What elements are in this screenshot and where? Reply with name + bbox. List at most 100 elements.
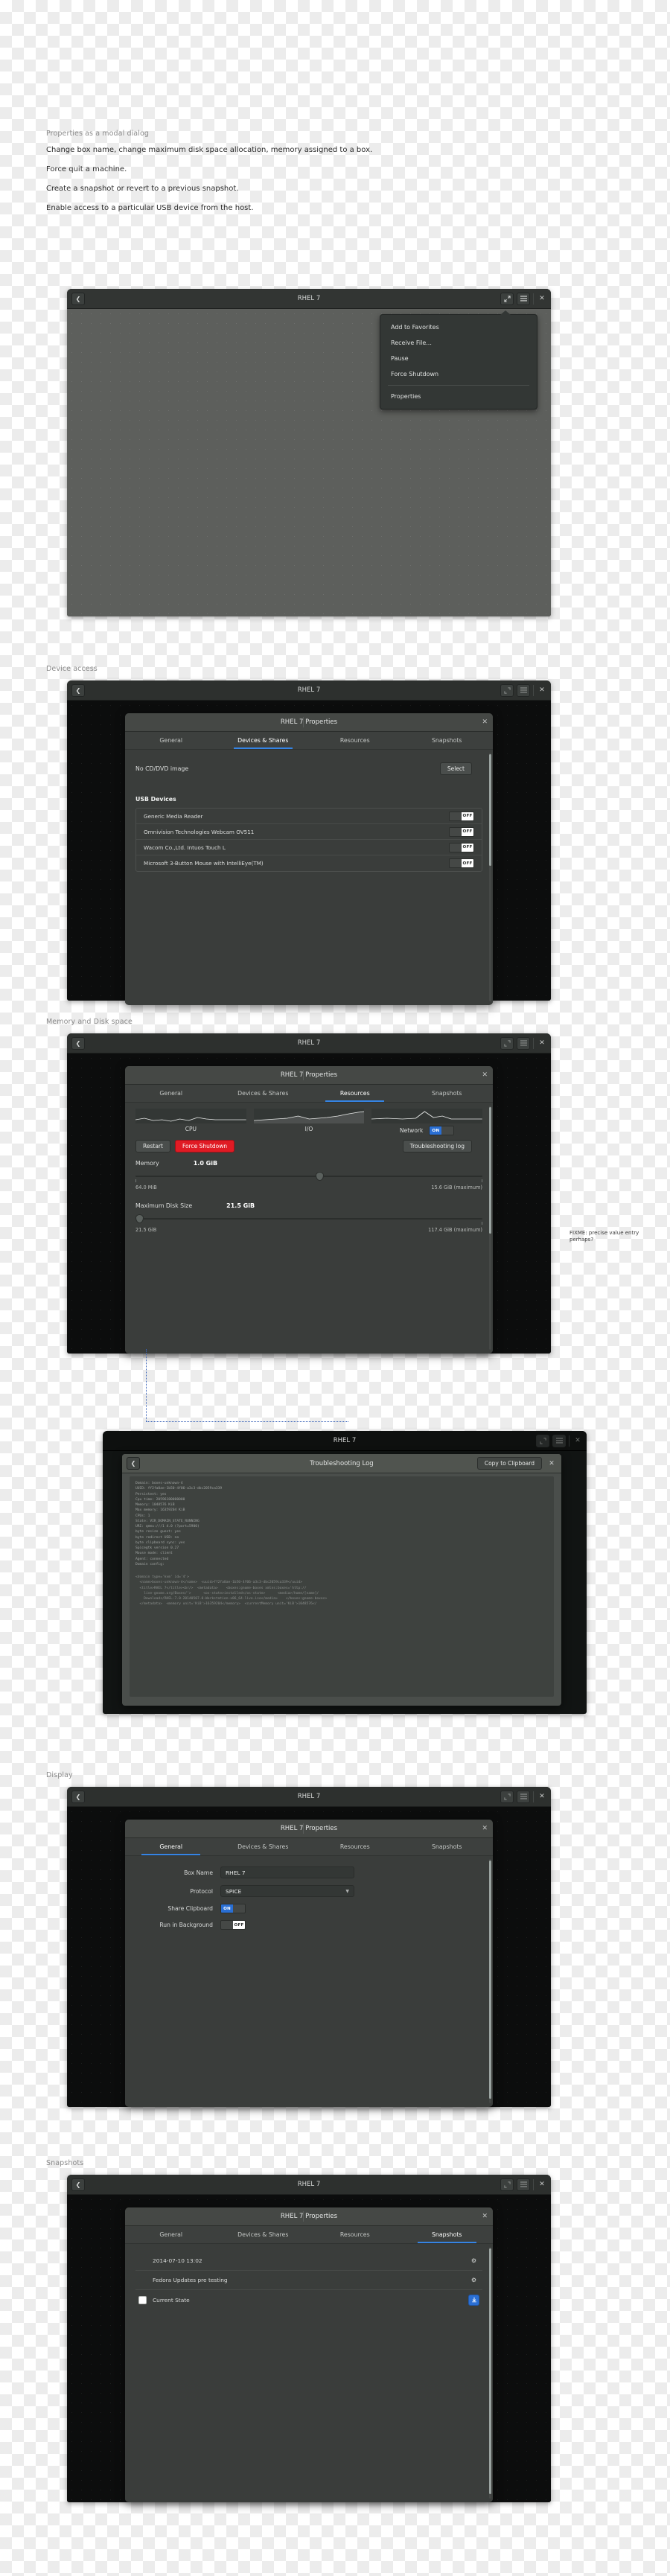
hamburger-menu-icon[interactable] xyxy=(517,1790,530,1803)
snapshot-name: Fedora Updates pre testing xyxy=(153,2277,228,2283)
close-icon[interactable]: ✕ xyxy=(482,2213,488,2220)
tab-devices-and-shares[interactable]: Devices & Shares xyxy=(217,1838,310,1855)
dialog-tabs: General Devices & Shares Resources Snaps… xyxy=(125,2226,493,2244)
back-icon[interactable]: ❮ xyxy=(127,1457,140,1470)
hamburger-menu-icon[interactable] xyxy=(517,1036,530,1050)
usb-device-toggle[interactable]: OFF xyxy=(449,842,474,852)
tab-general[interactable]: General xyxy=(125,1838,217,1855)
scrollbar-thumb[interactable] xyxy=(489,1107,491,1234)
gear-icon[interactable]: ⚙ xyxy=(468,2274,479,2286)
snapshot-checkbox[interactable] xyxy=(138,2295,147,2304)
snapshot-row[interactable]: Current State xyxy=(135,2290,482,2309)
menu-item-force-shutdown[interactable]: Force Shutdown xyxy=(380,366,537,382)
tab-resources[interactable]: Resources xyxy=(309,1838,401,1855)
tab-resources[interactable]: Resources xyxy=(309,2226,401,2243)
fullscreen-icon[interactable] xyxy=(500,683,514,697)
back-icon[interactable]: ❮ xyxy=(71,683,85,697)
usb-device-row[interactable]: Generic Media Reader OFF xyxy=(136,809,482,824)
dialog-tabs: General Devices & Shares Resources Snaps… xyxy=(125,732,493,750)
window-title: RHEL 7 xyxy=(297,2181,321,2188)
doc-bullet-3: Enable access to a particular USB device… xyxy=(46,204,254,212)
force-shutdown-button[interactable]: Force Shutdown xyxy=(174,1140,235,1152)
menu-item-pause[interactable]: Pause xyxy=(380,351,537,366)
tab-devices-and-shares[interactable]: Devices & Shares xyxy=(217,732,310,749)
back-icon[interactable]: ❮ xyxy=(71,1036,85,1050)
menu-item-properties[interactable]: Properties xyxy=(380,389,537,404)
protocol-select[interactable]: SPICE ▼ xyxy=(220,1885,354,1897)
log-line: live-gnome.org/Boxes/'> <os-state>instal… xyxy=(135,1591,319,1595)
log-line: Max memory: 16359204 KiB xyxy=(135,1508,185,1513)
tab-general[interactable]: General xyxy=(125,1085,217,1102)
menu-item-receive-file[interactable]: Receive File... xyxy=(380,335,537,351)
close-icon[interactable]: ✕ xyxy=(537,686,547,694)
usb-device-toggle[interactable]: OFF xyxy=(449,858,474,868)
share-clipboard-toggle[interactable]: ON xyxy=(220,1904,246,1913)
copy-to-clipboard-button[interactable]: Copy to Clipboard xyxy=(476,1457,542,1470)
close-icon[interactable]: ✕ xyxy=(537,1793,547,1800)
save-icon[interactable] xyxy=(468,2294,479,2306)
fullscreen-icon[interactable] xyxy=(500,2178,514,2191)
usb-device-row[interactable]: Microsoft 3-Button Mouse with IntelliEye… xyxy=(136,855,482,871)
memory-slider[interactable] xyxy=(135,1171,482,1182)
memory-slider-knob[interactable] xyxy=(316,1172,325,1181)
run-in-background-toggle[interactable]: OFF xyxy=(220,1920,246,1930)
disk-slider[interactable] xyxy=(135,1214,482,1225)
close-icon[interactable]: ✕ xyxy=(482,1825,488,1832)
hamburger-menu-icon[interactable] xyxy=(552,1434,566,1447)
hamburger-menu-icon[interactable] xyxy=(517,683,530,697)
tab-snapshots[interactable]: Snapshots xyxy=(401,1838,494,1855)
close-icon[interactable]: ✕ xyxy=(546,1460,557,1467)
log-text-area[interactable]: Domain: boxes-unknown-4 UUID: ff2fa0ae-1… xyxy=(130,1476,554,1697)
snapshot-row[interactable]: 2014-07-10 13:02 ⚙ xyxy=(135,2251,482,2271)
log-line: UUID: ff2fa0ae-1b50-4f06-a3c3-dbc2059ca3… xyxy=(135,1487,223,1491)
usb-device-row[interactable]: Wacom Co.,Ltd. Intuos Touch L OFF xyxy=(136,840,482,855)
close-icon[interactable]: ✕ xyxy=(537,295,547,302)
tab-resources[interactable]: Resources xyxy=(309,1085,401,1102)
scrollbar-thumb[interactable] xyxy=(489,2248,491,2494)
fullscreen-icon[interactable] xyxy=(500,292,514,305)
fullscreen-icon[interactable] xyxy=(500,1036,514,1050)
tab-snapshots[interactable]: Snapshots xyxy=(401,732,494,749)
tab-devices-and-shares[interactable]: Devices & Shares xyxy=(217,1085,310,1102)
usb-device-row[interactable]: Omnivision Technologies Webcam OV511 OFF xyxy=(136,824,482,840)
properties-dialog-devices: RHEL 7 Properties ✕ General Devices & Sh… xyxy=(125,713,493,1005)
scrollbar-thumb[interactable] xyxy=(489,1861,491,2099)
tab-snapshots[interactable]: Snapshots xyxy=(401,2226,494,2243)
tab-resources[interactable]: Resources xyxy=(309,732,401,749)
menu-item-add-to-favorites[interactable]: Add to Favorites xyxy=(380,319,537,335)
close-icon[interactable]: ✕ xyxy=(482,718,488,726)
scrollbar-thumb[interactable] xyxy=(489,754,491,866)
usb-device-toggle[interactable]: OFF xyxy=(449,826,474,837)
tab-general[interactable]: General xyxy=(125,732,217,749)
close-icon[interactable]: ✕ xyxy=(572,1437,583,1444)
back-icon[interactable]: ❮ xyxy=(71,2178,85,2191)
back-icon[interactable]: ❮ xyxy=(71,292,85,305)
hamburger-menu-icon[interactable] xyxy=(517,2178,530,2191)
cd-dvd-label: No CD/DVD image xyxy=(135,765,189,772)
section-heading-device-access: Device access xyxy=(46,665,98,673)
close-icon[interactable]: ✕ xyxy=(482,1071,488,1079)
hamburger-menu-icon[interactable] xyxy=(517,292,530,305)
memory-slider-block: Memory 1.0 GiB 64.0 MiB 15.6 GiB (maximu… xyxy=(125,1152,493,1190)
restart-button[interactable]: Restart xyxy=(135,1140,170,1152)
gear-icon[interactable]: ⚙ xyxy=(468,2255,479,2266)
log-line: <title>RHEL 7</title><br/> <metadata> <b… xyxy=(135,1586,307,1590)
properties-dialog-general: RHEL 7 Properties ✕ General Devices & Sh… xyxy=(125,1820,493,2107)
share-clipboard-row: Share Clipboard ON xyxy=(125,1904,493,1913)
usb-devices-header: USB Devices xyxy=(135,796,176,803)
box-name-input[interactable]: RHEL 7 xyxy=(220,1866,354,1878)
back-icon[interactable]: ❮ xyxy=(71,1790,85,1803)
fullscreen-icon[interactable] xyxy=(500,1790,514,1803)
tab-devices-and-shares[interactable]: Devices & Shares xyxy=(217,2226,310,2243)
tab-snapshots[interactable]: Snapshots xyxy=(401,1085,494,1102)
select-button[interactable]: Select xyxy=(439,762,472,775)
snapshot-row[interactable]: Fedora Updates pre testing ⚙ xyxy=(135,2271,482,2290)
close-icon[interactable]: ✕ xyxy=(537,2181,547,2188)
network-toggle[interactable]: ON xyxy=(429,1126,455,1135)
troubleshooting-log-button[interactable]: Troubleshooting log xyxy=(402,1140,472,1152)
tab-general[interactable]: General xyxy=(125,2226,217,2243)
fullscreen-icon[interactable] xyxy=(536,1434,549,1447)
usb-device-toggle[interactable]: OFF xyxy=(449,811,474,821)
close-icon[interactable]: ✕ xyxy=(537,1039,547,1047)
disk-slider-knob[interactable] xyxy=(135,1214,144,1223)
